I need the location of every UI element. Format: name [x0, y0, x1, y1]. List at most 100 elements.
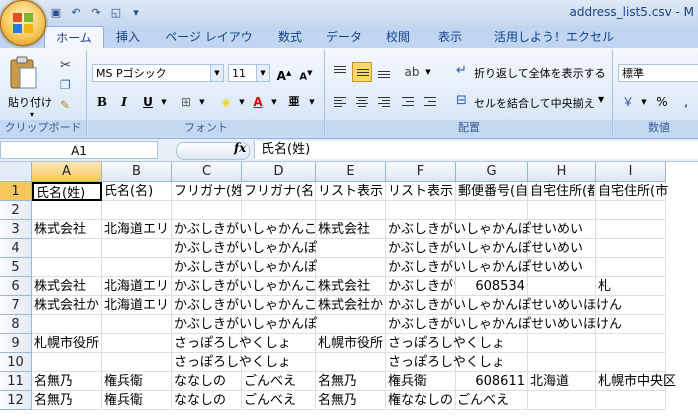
- tab-review[interactable]: 校閲: [376, 26, 420, 48]
- cell-b9[interactable]: [102, 334, 172, 353]
- cell-i9[interactable]: [596, 334, 666, 353]
- percent-button[interactable]: %: [652, 92, 672, 112]
- cell-a7[interactable]: 株式会社か: [32, 296, 102, 315]
- column-header-c[interactable]: C: [172, 162, 242, 182]
- cell-f3[interactable]: かぶしきがいしゃかんぽせいめい: [386, 220, 583, 239]
- cell-b2[interactable]: [102, 201, 172, 220]
- cell-f6[interactable]: かぶしきがい: [386, 277, 456, 296]
- cell-c7[interactable]: かぶしきがいしゃかんこ: [172, 296, 317, 315]
- chevron-down-icon[interactable]: ▼: [634, 92, 654, 112]
- cell-f7[interactable]: かぶしきがいしゃかんぽせいめいほけん: [386, 296, 622, 315]
- cell-d12[interactable]: ごんべえ: [242, 391, 316, 410]
- cell-e7[interactable]: 株式会社か: [316, 296, 386, 315]
- cell-e8[interactable]: [316, 315, 386, 334]
- chevron-down-icon[interactable]: ▼: [154, 92, 174, 112]
- align-center-icon[interactable]: [352, 92, 372, 112]
- phonetic-icon[interactable]: 亜: [284, 92, 304, 112]
- cell-c3[interactable]: かぶしきがいしゃかんこ: [172, 220, 317, 239]
- name-box[interactable]: A1: [0, 141, 158, 159]
- cell-b1[interactable]: 氏名(名): [102, 182, 172, 201]
- cell-a12[interactable]: 名無乃: [32, 391, 102, 410]
- cut-icon[interactable]: ✂: [60, 58, 76, 74]
- cell-d2[interactable]: [242, 201, 316, 220]
- cell-e4[interactable]: [316, 239, 386, 258]
- chevron-down-icon[interactable]: ▼: [598, 95, 604, 104]
- tab-data[interactable]: データ: [322, 26, 366, 48]
- chevron-down-icon[interactable]: ▼: [302, 92, 322, 112]
- wrap-text-button[interactable]: 折り返して全体を表示する: [474, 65, 606, 81]
- paste-button[interactable]: 貼り付け: [8, 94, 52, 110]
- cell-c11[interactable]: ななしの: [172, 372, 242, 391]
- row-header[interactable]: 2: [0, 201, 32, 220]
- font-name-select[interactable]: MS Pゴシック ▼: [92, 64, 224, 82]
- wrap-text-icon[interactable]: ↵: [456, 63, 472, 79]
- row-header[interactable]: 6: [0, 277, 32, 296]
- cell-b5[interactable]: [102, 258, 172, 277]
- row-header[interactable]: 12: [0, 391, 32, 410]
- font-size-select[interactable]: 11 ▼: [228, 64, 270, 82]
- row-header[interactable]: 3: [0, 220, 32, 239]
- align-bottom-icon[interactable]: [374, 62, 394, 82]
- spreadsheet-grid[interactable]: A B C D E F G H I 1 氏名(姓) 氏名(名) フリガナ(姓) フリガナ(名) リスト表示リ…: [0, 162, 698, 417]
- cell-i1[interactable]: 自宅住所(市: [596, 182, 668, 201]
- cell-d11[interactable]: ごんべえ: [242, 372, 316, 391]
- cell-e12[interactable]: 名無乃: [316, 391, 386, 410]
- copy-icon[interactable]: ❐: [60, 78, 76, 94]
- column-header-i[interactable]: I: [596, 162, 666, 182]
- tab-page-layout[interactable]: ページ レイアウト: [160, 26, 258, 66]
- cell-g2[interactable]: [456, 201, 528, 220]
- cell-a5[interactable]: [32, 258, 102, 277]
- cell-e3[interactable]: 株式会社: [316, 220, 386, 239]
- select-all-corner[interactable]: [0, 162, 32, 182]
- cell-i12[interactable]: [596, 391, 666, 410]
- cell-a9[interactable]: 札幌市役所: [32, 334, 102, 353]
- bold-icon[interactable]: B: [92, 92, 112, 112]
- chevron-down-icon[interactable]: ▼: [192, 92, 212, 112]
- cell-f5[interactable]: かぶしきがいしゃかんぽせいめい: [386, 258, 583, 277]
- chevron-down-icon[interactable]: ▼: [418, 62, 438, 82]
- cell-f9[interactable]: さっぽろしやくしょ: [386, 334, 505, 353]
- row-header[interactable]: 11: [0, 372, 32, 391]
- number-format-select[interactable]: 標準: [618, 64, 698, 82]
- row-header[interactable]: 1: [0, 182, 32, 201]
- cell-c4[interactable]: かぶしきがいしゃかんぽ: [172, 239, 317, 258]
- align-right-icon[interactable]: [374, 92, 394, 112]
- format-painter-icon[interactable]: ✎: [60, 98, 76, 114]
- cell-f11[interactable]: 権兵衛: [386, 372, 456, 391]
- cell-b11[interactable]: 権兵衛: [102, 372, 172, 391]
- insert-function-icon[interactable]: fx: [234, 141, 246, 155]
- cell-e2[interactable]: [316, 201, 386, 220]
- grow-font-icon[interactable]: A▲: [274, 63, 294, 83]
- cell-e6[interactable]: 株式会社: [316, 277, 386, 296]
- italic-icon[interactable]: I: [114, 92, 134, 112]
- cell-c1[interactable]: フリガナ(姓): [172, 182, 242, 201]
- qat-dropdown-icon[interactable]: ▾: [128, 5, 144, 21]
- cell-i2[interactable]: [596, 201, 666, 220]
- cell-f4[interactable]: かぶしきがいしゃかんぽせいめい: [386, 239, 583, 258]
- cell-b10[interactable]: [102, 353, 172, 372]
- cell-c5[interactable]: かぶしきがいしゃかんぽ: [172, 258, 317, 277]
- cell-f10[interactable]: さっぽろしやくしょ: [386, 353, 505, 372]
- merge-center-icon[interactable]: ⊟: [456, 93, 472, 109]
- cell-c9[interactable]: さっぽろしやくしょ: [172, 334, 291, 353]
- column-header-d[interactable]: D: [242, 162, 316, 182]
- cell-f8[interactable]: かぶしきがいしゃかんぽせいめいほけん: [386, 315, 622, 334]
- cell-i3[interactable]: [596, 220, 666, 239]
- cell-i10[interactable]: [596, 353, 666, 372]
- cell-b4[interactable]: [102, 239, 172, 258]
- print-preview-icon[interactable]: ◱: [108, 5, 124, 21]
- cell-i6[interactable]: 札: [596, 277, 666, 296]
- cell-c2[interactable]: [172, 201, 242, 220]
- row-header[interactable]: 9: [0, 334, 32, 353]
- cell-f1[interactable]: リスト表示: [386, 182, 456, 201]
- column-header-e[interactable]: E: [316, 162, 386, 182]
- cell-e11[interactable]: 名無乃: [316, 372, 386, 391]
- tab-home[interactable]: ホーム: [44, 26, 104, 49]
- undo-icon[interactable]: ↶: [68, 5, 84, 21]
- cell-a11[interactable]: 名無乃: [32, 372, 102, 391]
- row-header[interactable]: 8: [0, 315, 32, 334]
- row-header[interactable]: 4: [0, 239, 32, 258]
- tab-formulas[interactable]: 数式: [268, 26, 312, 48]
- office-button[interactable]: [0, 0, 46, 46]
- cell-c6[interactable]: かぶしきがいしゃかんこ: [172, 277, 317, 296]
